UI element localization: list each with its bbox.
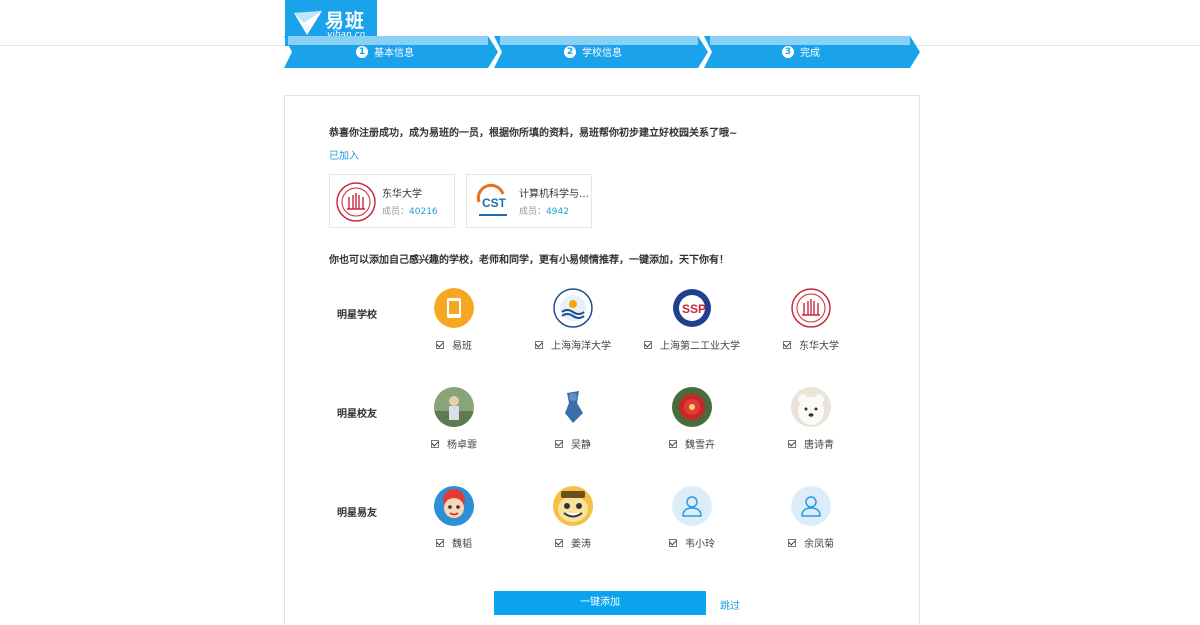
members-label: 成员： — [519, 207, 547, 217]
registration-steps: 1 基本信息 2 学校信息 3 完成 — [284, 36, 924, 68]
intro-text: 恭喜你注册成功，成为易班的一员，根据你所填的资料，易班帮你初步建立好校园关系了哦… — [329, 128, 738, 139]
recommend-item[interactable]: 韦小玲 — [632, 486, 752, 556]
figure-avatar-icon — [553, 387, 593, 427]
recommend-item[interactable]: 魏雪卉 — [632, 387, 752, 457]
item-name: 唐诗青 — [804, 440, 834, 451]
step-label: 完成 — [800, 48, 820, 59]
recommend-item[interactable]: 吴静 — [513, 387, 633, 457]
svg-text:SSP: SSP — [682, 302, 706, 316]
recommend-item[interactable]: 上海海洋大学 — [513, 288, 633, 358]
select-checkbox[interactable] — [555, 538, 563, 547]
item-name: 魏韬 — [452, 539, 472, 550]
joined-group-card[interactable]: CST 计算机科学与技... 成员：4942 — [466, 174, 592, 228]
step-school-info: 2 学校信息 — [494, 36, 710, 68]
recommend-item[interactable]: 姜涛 — [513, 486, 633, 556]
yiban-app-icon — [434, 288, 474, 328]
recommend-item[interactable]: 易班 — [394, 288, 514, 358]
flower-avatar-icon — [672, 387, 712, 427]
item-name: 上海海洋大学 — [551, 341, 611, 352]
step-number: 3 — [782, 45, 794, 58]
step-complete: 3 完成 — [704, 36, 922, 68]
select-checkbox[interactable] — [535, 340, 543, 349]
svg-text:CST: CST — [482, 196, 507, 210]
step-number: 1 — [356, 45, 368, 58]
item-name: 杨卓霏 — [447, 440, 477, 451]
item-name: 姜涛 — [571, 539, 591, 550]
members-count: 4942 — [546, 207, 569, 217]
select-checkbox[interactable] — [669, 439, 677, 448]
members-label: 成员： — [382, 207, 410, 217]
group-name: 计算机科学与技... — [519, 189, 589, 200]
group-members: 成员：40216 — [382, 204, 438, 217]
select-checkbox[interactable] — [555, 439, 563, 448]
row-label-star-friends: 明星易友 — [337, 508, 377, 519]
item-name: 上海第二工业大学 — [660, 341, 740, 352]
default-user-icon — [672, 486, 712, 526]
select-checkbox[interactable] — [436, 538, 444, 547]
recommend-item[interactable]: 魏韬 — [394, 486, 514, 556]
select-checkbox[interactable] — [431, 439, 439, 448]
recommend-item[interactable]: 东华大学 — [751, 288, 871, 358]
cst-logo-icon: CST — [473, 182, 513, 222]
bear-avatar-icon — [791, 387, 831, 427]
members-count: 40216 — [409, 207, 438, 217]
paper-plane-icon — [294, 11, 322, 35]
item-name: 余凤菊 — [804, 539, 834, 550]
main-card: 恭喜你注册成功，成为易班的一员，根据你所填的资料，易班帮你初步建立好校园关系了哦… — [284, 95, 920, 625]
item-name: 魏雪卉 — [685, 440, 715, 451]
select-checkbox[interactable] — [669, 538, 677, 547]
recommend-item[interactable]: 杨卓霏 — [394, 387, 514, 457]
select-checkbox[interactable] — [788, 439, 796, 448]
row-label-star-schools: 明星学校 — [337, 310, 377, 321]
sspu-seal-icon: SSP — [673, 289, 711, 327]
cartoon-face-avatar-icon — [553, 486, 593, 526]
default-user-icon — [791, 486, 831, 526]
select-checkbox[interactable] — [783, 340, 791, 349]
ocean-university-seal-icon — [553, 288, 593, 328]
add-all-button[interactable]: 一键添加 — [494, 591, 706, 615]
step-label: 学校信息 — [582, 48, 622, 59]
step-label: 基本信息 — [374, 48, 414, 59]
item-name: 吴静 — [571, 440, 591, 451]
joined-group-card[interactable]: 东华大学 成员：40216 — [329, 174, 455, 228]
select-checkbox[interactable] — [788, 538, 796, 547]
item-name: 东华大学 — [799, 341, 839, 352]
select-checkbox[interactable] — [644, 340, 652, 349]
group-members: 成员：4942 — [519, 204, 569, 217]
item-name: 韦小玲 — [685, 539, 715, 550]
skip-link[interactable]: 跳过 — [720, 597, 740, 612]
item-name: 易班 — [452, 341, 472, 352]
joined-title: 已加入 — [329, 151, 359, 162]
step-number: 2 — [564, 45, 576, 58]
recommend-item[interactable]: 余凤菊 — [751, 486, 871, 556]
photo-avatar-icon — [434, 387, 474, 427]
step-basic-info: 1 基本信息 — [284, 36, 500, 68]
select-checkbox[interactable] — [436, 340, 444, 349]
cartoon-avatar-icon — [434, 486, 474, 526]
recommend-prompt: 你也可以添加自己感兴趣的学校，老师和同学，更有小易倾情推荐，一键添加，天下你有！ — [329, 255, 729, 266]
row-label-star-alumni: 明星校友 — [337, 409, 377, 420]
donghua-seal-icon — [791, 288, 831, 328]
recommend-item[interactable]: 唐诗青 — [751, 387, 871, 457]
brand-name: 易班 — [325, 10, 366, 32]
recommend-item[interactable]: SSP 上海第二工业大学 — [632, 288, 752, 358]
donghua-seal-icon — [336, 182, 376, 222]
group-name: 东华大学 — [382, 189, 422, 200]
